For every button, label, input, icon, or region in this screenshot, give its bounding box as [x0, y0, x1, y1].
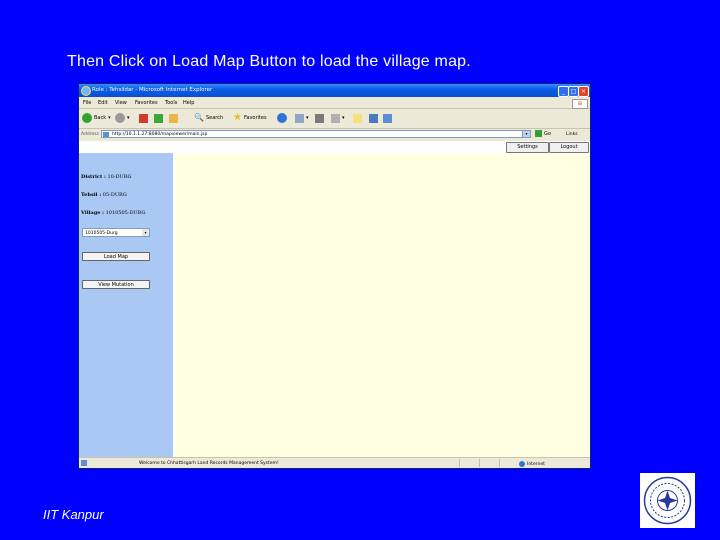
page-content: Settings Logout District : 10-DURG Tehsi…	[79, 141, 590, 457]
settings-button[interactable]: Settings	[506, 142, 549, 153]
mail-icon	[295, 113, 304, 123]
address-input[interactable]: http://10.1.1.27:8080/mapviewer/main.jsp…	[101, 130, 531, 138]
favorites-button[interactable]: ★ Favorites	[233, 112, 267, 124]
history-button[interactable]	[277, 112, 287, 124]
iit-kanpur-logo	[640, 473, 695, 528]
view-mutation-button[interactable]: View Mutation	[82, 280, 150, 289]
security-zone: Internet	[519, 461, 545, 467]
star-icon: ★	[233, 112, 242, 123]
discuss-button[interactable]	[353, 112, 362, 124]
menu-bar: File Edit View Favorites Tools Help ⊞	[79, 98, 590, 109]
village-value: 1010505-DURG	[105, 210, 146, 216]
logout-button[interactable]: Logout	[549, 142, 589, 153]
district-value: 10-DURG	[107, 174, 132, 180]
back-label: Back	[94, 115, 107, 121]
status-bar: Welcome to Chhattisgarh Land Records Man…	[79, 457, 590, 468]
search-button[interactable]: 🔍 Search	[194, 112, 223, 124]
refresh-icon	[154, 113, 163, 123]
tehsil-row: Tehsil : 05-DURG	[81, 192, 127, 198]
chevron-down-icon: ▾	[342, 115, 345, 121]
footer-text: IIT Kanpur	[43, 507, 104, 522]
stop-icon	[139, 113, 148, 123]
go-button[interactable]: Go	[535, 130, 551, 137]
left-panel: District : 10-DURG Tehsil : 05-DURG Vill…	[79, 153, 173, 457]
home-icon	[169, 113, 178, 123]
close-button[interactable]: ×	[578, 86, 589, 97]
window-title: Role : Tehsildar - Microsoft Internet Ex…	[92, 87, 213, 93]
menu-view[interactable]: View	[115, 100, 127, 106]
search-label: Search	[205, 115, 224, 121]
chevron-down-icon: ▾	[108, 115, 111, 121]
slide-title: Then Click on Load Map Button to load th…	[67, 53, 471, 70]
menu-edit[interactable]: Edit	[98, 100, 108, 106]
address-label: Address	[81, 132, 99, 137]
history-icon	[277, 113, 287, 123]
go-arrow-icon	[535, 130, 542, 137]
address-url: http://10.1.1.27:8080/mapviewer/main.jsp	[112, 132, 208, 137]
menu-file[interactable]: File	[83, 100, 91, 106]
mail-button[interactable]: ▾	[295, 112, 309, 124]
village-select[interactable]: 1010505-Durg ▾	[82, 228, 150, 237]
tehsil-label: Tehsil :	[81, 192, 102, 198]
links-button[interactable]: Links	[566, 132, 578, 137]
load-map-button[interactable]: Load Map	[82, 252, 150, 261]
village-row: Village : 1010505-DURG	[81, 210, 146, 216]
stop-button[interactable]	[139, 112, 148, 124]
village-label: Village :	[81, 210, 104, 216]
district-row: District : 10-DURG	[81, 174, 131, 180]
print-icon	[315, 113, 324, 123]
menu-tools[interactable]: Tools	[165, 100, 177, 106]
refresh-button[interactable]	[154, 112, 163, 124]
back-arrow-icon	[82, 113, 92, 123]
browser-window: Role : Tehsildar - Microsoft Internet Ex…	[78, 83, 591, 469]
print-button[interactable]	[315, 112, 324, 124]
status-divider	[499, 459, 500, 467]
tehsil-value: 05-DURG	[102, 192, 127, 198]
district-label: District :	[81, 174, 106, 180]
research-icon	[383, 113, 392, 123]
status-text: Welcome to Chhattisgarh Land Records Man…	[139, 461, 279, 466]
page-icon	[81, 460, 87, 466]
windows-logo-icon: ⊞	[572, 99, 588, 109]
chevron-down-icon[interactable]: ▾	[522, 131, 530, 137]
discuss-icon	[353, 113, 362, 123]
chevron-down-icon: ▾	[127, 115, 130, 121]
map-panel[interactable]	[175, 153, 590, 457]
status-divider	[479, 459, 480, 467]
messenger-icon	[369, 113, 378, 123]
status-divider	[459, 459, 460, 467]
home-button[interactable]	[169, 112, 178, 124]
internet-explorer-icon	[81, 86, 91, 96]
menu-help[interactable]: Help	[183, 100, 194, 106]
chevron-down-icon: ▾	[306, 115, 309, 121]
zone-label: Internet	[527, 461, 545, 467]
top-strip: Settings Logout	[79, 141, 590, 153]
menu-favorites[interactable]: Favorites	[135, 100, 158, 106]
address-bar: Address http://10.1.1.27:8080/mapviewer/…	[79, 129, 590, 140]
edit-icon	[331, 113, 340, 123]
go-label: Go	[544, 130, 551, 137]
chevron-down-icon: ▾	[142, 229, 149, 236]
browser-toolbar: Back ▾ ▾ 🔍 Search ★ Favorites ▾ ▾	[79, 109, 590, 129]
favorites-label: Favorites	[243, 115, 267, 121]
page-icon	[103, 132, 109, 137]
research-button[interactable]	[383, 112, 392, 124]
back-button[interactable]: Back ▾	[82, 112, 111, 124]
search-icon: 🔍	[194, 113, 204, 122]
village-select-value: 1010505-Durg	[85, 231, 118, 236]
edit-button[interactable]: ▾	[331, 112, 345, 124]
forward-button[interactable]: ▾	[115, 112, 130, 124]
messenger-button[interactable]	[369, 112, 378, 124]
forward-arrow-icon	[115, 113, 125, 123]
browser-titlebar[interactable]: Role : Tehsildar - Microsoft Internet Ex…	[79, 84, 590, 97]
globe-icon	[519, 461, 525, 467]
